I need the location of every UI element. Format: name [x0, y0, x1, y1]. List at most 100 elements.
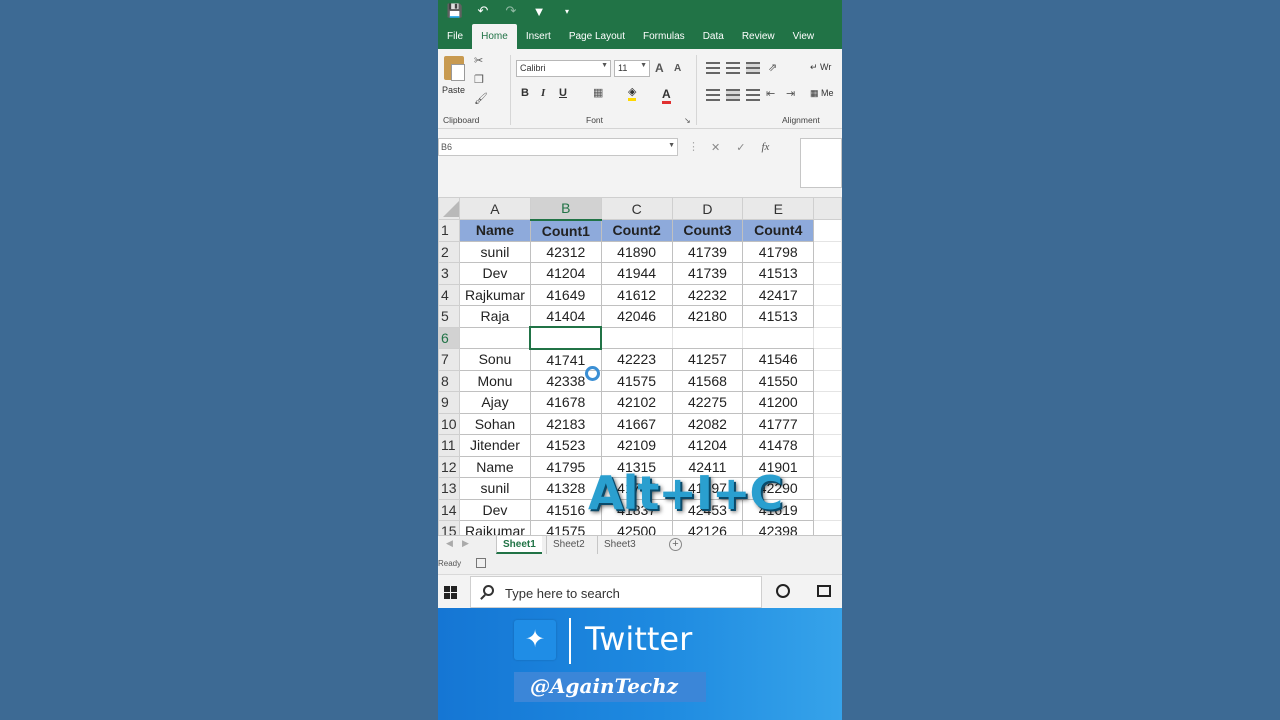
row-header[interactable]: 5	[438, 305, 460, 328]
tab-view[interactable]: View	[784, 24, 815, 49]
dialog-launcher-icon[interactable]: ↘	[684, 116, 691, 125]
cell[interactable]	[813, 477, 842, 500]
cell[interactable]: 42102	[600, 391, 673, 414]
sheet-tab-sheet3[interactable]: Sheet3	[597, 536, 642, 554]
cell[interactable]: 42275	[671, 391, 744, 414]
cell[interactable]	[529, 326, 603, 350]
row-header[interactable]: 9	[438, 391, 460, 414]
cell[interactable]	[742, 326, 815, 349]
cell[interactable]: Count2	[600, 219, 673, 242]
cell[interactable]	[813, 262, 842, 285]
cell[interactable]: 42180	[671, 305, 744, 328]
cell[interactable]: Sonu	[459, 348, 531, 371]
cell[interactable]: 41678	[529, 391, 602, 414]
task-view-icon[interactable]	[817, 585, 831, 597]
cell[interactable]	[813, 455, 842, 478]
column-header-b[interactable]: B	[529, 197, 602, 221]
cut-icon[interactable]: ✂	[474, 54, 483, 67]
insert-function-icon[interactable]: fx	[761, 141, 769, 153]
cell[interactable]: 41798	[742, 240, 815, 263]
name-box[interactable]: B6 ▼	[438, 138, 678, 156]
cell[interactable]	[813, 305, 842, 328]
cancel-icon[interactable]: ✕	[711, 141, 720, 154]
cell[interactable]: Name	[459, 455, 531, 478]
merge-center-button[interactable]: ▦ Me	[810, 88, 834, 99]
cell[interactable]: Dev	[459, 498, 531, 521]
cell[interactable]: 41649	[529, 283, 602, 306]
prev-sheet-icon[interactable]: ◀	[446, 538, 453, 549]
cell[interactable]: 41944	[600, 262, 673, 285]
cell[interactable]	[813, 348, 842, 371]
cell[interactable]: 41739	[671, 240, 744, 263]
save-icon[interactable]: 💾	[444, 3, 466, 19]
font-name-select[interactable]: Calibri ▼	[516, 60, 611, 77]
tab-data[interactable]: Data	[694, 24, 733, 49]
cell[interactable]	[813, 391, 842, 414]
cell[interactable]	[600, 326, 673, 349]
italic-button[interactable]: I	[541, 87, 545, 99]
row-header[interactable]: 6	[438, 326, 460, 349]
cell[interactable]: 42126	[671, 520, 744, 535]
row-header[interactable]: 10	[438, 412, 460, 435]
tab-page-layout[interactable]: Page Layout	[560, 24, 634, 49]
row-header[interactable]: 7	[438, 348, 460, 371]
tab-home[interactable]: Home	[472, 24, 517, 49]
cell[interactable]: 41523	[529, 434, 602, 457]
cell[interactable]: 42312	[529, 240, 602, 263]
paste-icon[interactable]	[442, 56, 466, 82]
tab-insert[interactable]: Insert	[517, 24, 560, 49]
align-center-icon[interactable]	[726, 89, 740, 101]
cell[interactable]: Count3	[671, 219, 744, 242]
cell[interactable]: 41546	[742, 348, 815, 371]
cell[interactable]	[813, 240, 842, 263]
undo-icon[interactable]: ↶	[472, 3, 494, 19]
grow-font-button[interactable]: A	[655, 61, 664, 75]
row-header[interactable]: 8	[438, 369, 460, 392]
cell[interactable]: Monu	[459, 369, 531, 392]
row-header[interactable]: 13	[438, 477, 460, 500]
wrap-text-button[interactable]: ↵ Wr	[810, 62, 831, 73]
cell[interactable]: 41513	[742, 262, 815, 285]
row-header[interactable]: 15	[438, 520, 460, 535]
decrease-indent-icon[interactable]: ⇤	[766, 87, 775, 100]
customize-qat-icon[interactable]: ▾	[556, 7, 578, 16]
cell[interactable]: Name	[459, 219, 531, 242]
cell[interactable]: 41550	[742, 369, 815, 392]
cell[interactable]	[813, 412, 842, 435]
cell[interactable]: 41568	[671, 369, 744, 392]
row-header[interactable]: 1	[438, 219, 460, 242]
increase-indent-icon[interactable]: ⇥	[786, 87, 795, 100]
cell[interactable]: 42046	[600, 305, 673, 328]
format-painter-icon[interactable]: 🖌	[474, 92, 488, 105]
filter-icon[interactable]: ▼	[528, 4, 550, 19]
bottom-align-icon[interactable]	[746, 62, 760, 74]
row-header[interactable]: 2	[438, 240, 460, 263]
cortana-icon[interactable]	[776, 584, 790, 598]
column-header-f[interactable]	[813, 197, 842, 220]
bold-button[interactable]: B	[521, 87, 529, 99]
formula-input[interactable]	[800, 138, 842, 188]
cell[interactable]: 41404	[529, 305, 602, 328]
cell[interactable]: 41777	[742, 412, 815, 435]
windows-start-icon[interactable]	[444, 586, 457, 599]
cell[interactable]	[813, 326, 842, 349]
cell[interactable]: Count4	[742, 219, 815, 242]
cell[interactable]	[813, 498, 842, 521]
cell[interactable]: 41739	[671, 262, 744, 285]
sheet-tab-sheet1[interactable]: Sheet1	[496, 536, 542, 554]
next-sheet-icon[interactable]: ▶	[462, 538, 469, 549]
add-sheet-icon[interactable]: +	[669, 538, 682, 551]
column-header-d[interactable]: D	[671, 197, 744, 220]
cell[interactable]: 42223	[600, 348, 673, 371]
row-header[interactable]: 4	[438, 283, 460, 306]
cell[interactable]	[813, 434, 842, 457]
macro-record-icon[interactable]	[476, 558, 486, 568]
cell[interactable]: 41204	[529, 262, 602, 285]
taskbar-search-box[interactable]: Type here to search	[470, 576, 762, 608]
shrink-font-button[interactable]: A	[674, 63, 681, 74]
row-header[interactable]: 12	[438, 455, 460, 478]
cell[interactable]: Rajkumar	[459, 520, 531, 535]
cell[interactable]: Dev	[459, 262, 531, 285]
cell[interactable]: Jitender	[459, 434, 531, 457]
redo-icon[interactable]: ↷	[500, 3, 522, 19]
